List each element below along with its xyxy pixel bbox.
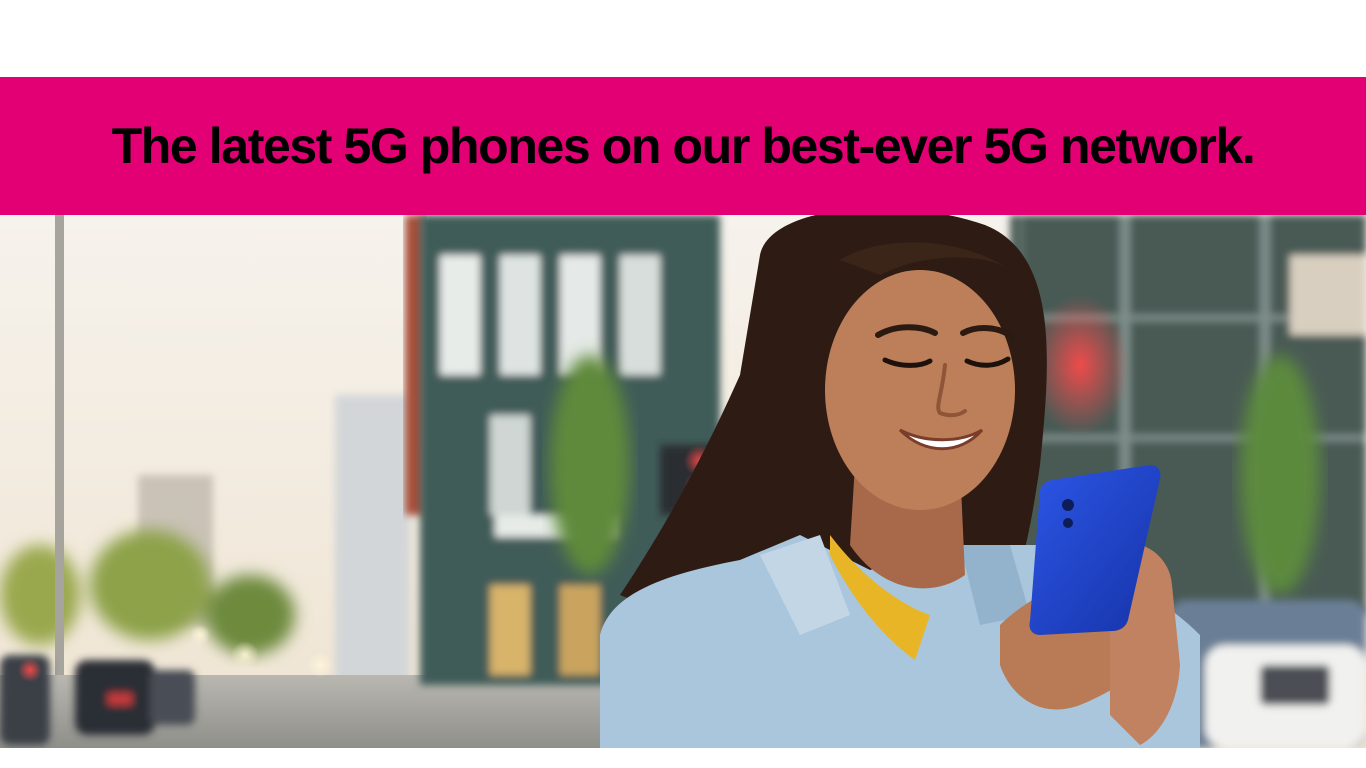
bottom-whitespace (0, 748, 1366, 768)
promo-banner: The latest 5G phones on our best-ever 5G… (0, 77, 1366, 215)
banner-headline: The latest 5G phones on our best-ever 5G… (111, 118, 1256, 174)
top-whitespace (0, 0, 1366, 77)
hero-image (0, 215, 1366, 748)
utility-pole (55, 215, 64, 748)
center-tree (550, 355, 630, 575)
right-tree (1240, 355, 1320, 595)
hero-illustration (0, 215, 1366, 748)
